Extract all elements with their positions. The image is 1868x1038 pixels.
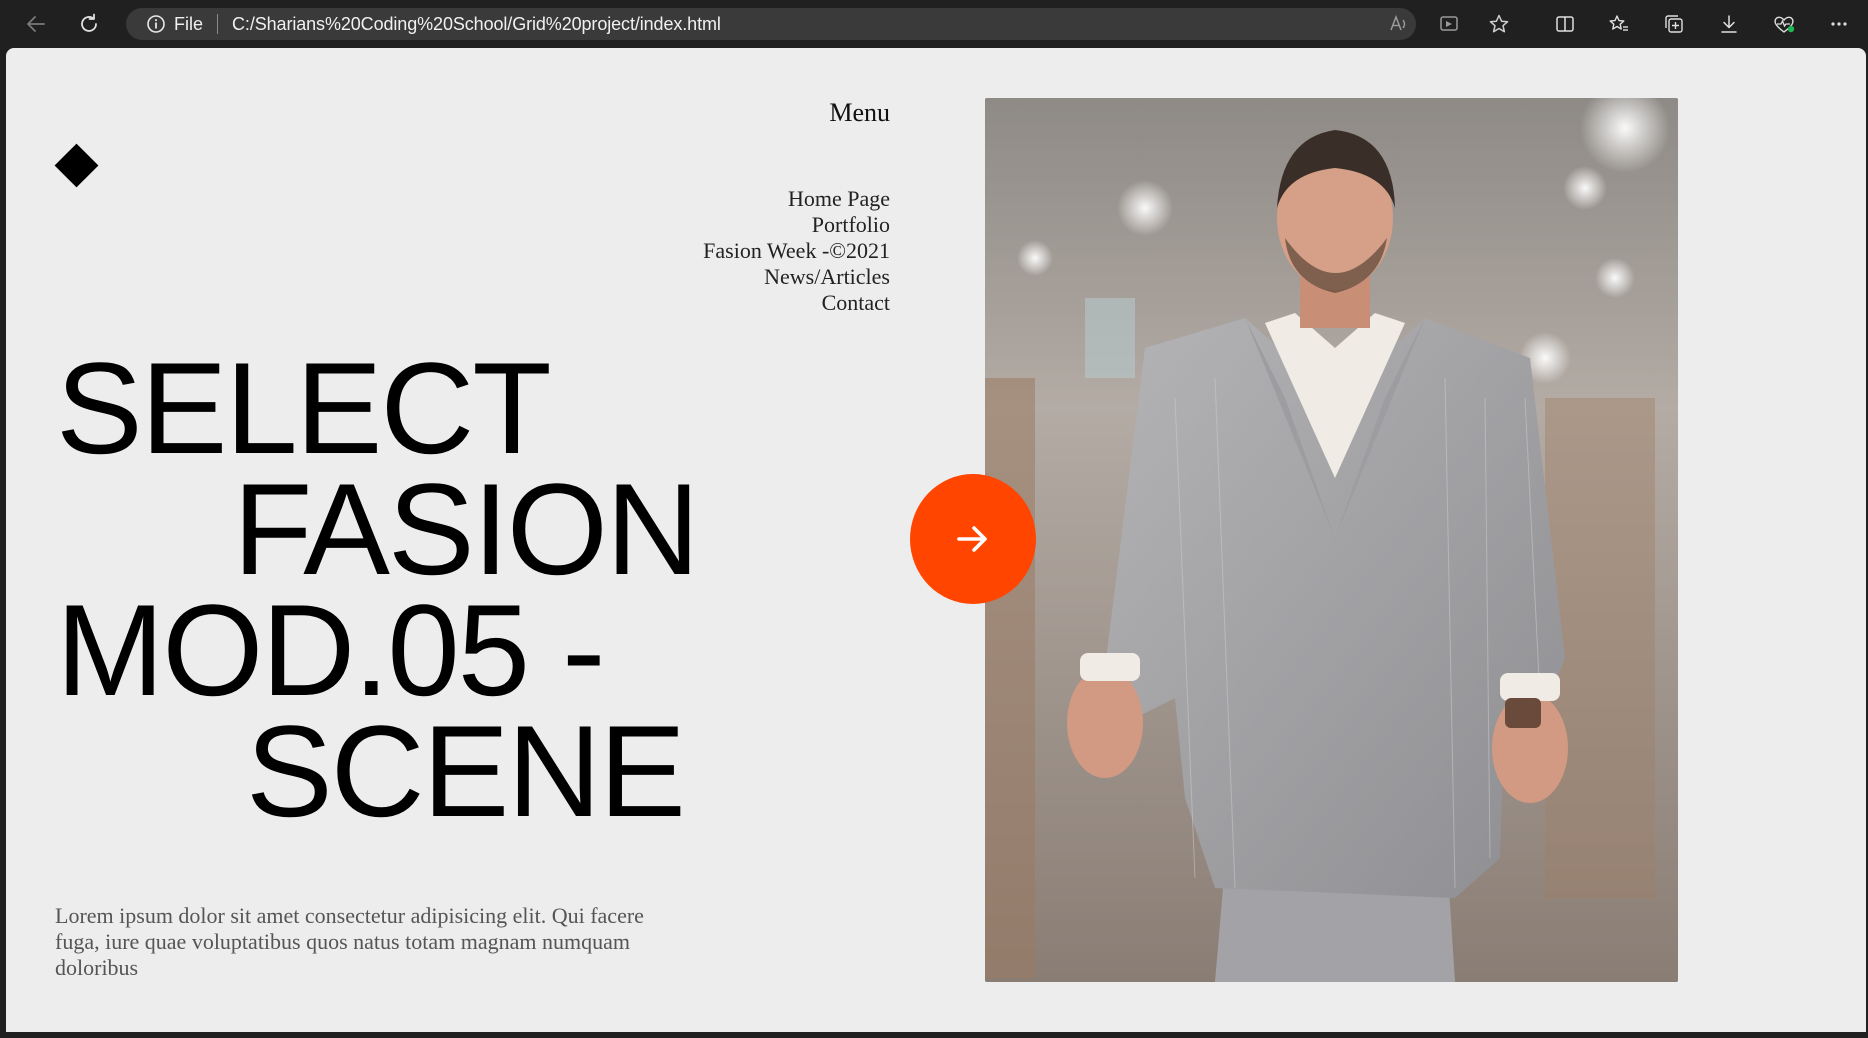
headline-line-3: MOD.05 - <box>56 577 605 723</box>
back-button[interactable] <box>22 10 50 38</box>
nav-menu: Home Page Portfolio Fasion Week -©2021 N… <box>703 186 890 316</box>
site-info[interactable]: File <box>146 14 203 35</box>
split-screen-icon <box>1556 16 1574 32</box>
logo-diamond[interactable] <box>54 143 99 188</box>
arrow-right-icon <box>957 526 987 552</box>
page-viewport: Menu Home Page Portfolio Fasion Week -©2… <box>6 48 1866 1032</box>
refresh-icon <box>81 13 97 32</box>
read-aloud-button[interactable] <box>1385 10 1413 38</box>
info-icon <box>147 15 165 33</box>
app-available-button[interactable] <box>1435 10 1463 38</box>
favorites-list-icon <box>1609 15 1628 31</box>
split-screen-button[interactable] <box>1551 10 1579 38</box>
nav-item-portfolio[interactable]: Portfolio <box>703 212 890 238</box>
nav-item-contact[interactable]: Contact <box>703 290 890 316</box>
headline-line-4: SCENE <box>246 698 686 844</box>
star-icon <box>1489 14 1509 33</box>
more-options-button[interactable] <box>1825 10 1853 38</box>
address-separator <box>217 14 219 34</box>
downloads-button[interactable] <box>1715 10 1743 38</box>
nav-item-fasion-week[interactable]: Fasion Week -©2021 <box>703 238 890 264</box>
refresh-button[interactable] <box>75 10 103 38</box>
back-arrow-icon <box>27 16 45 32</box>
url-text[interactable]: C:/Sharians%20Coding%20School/Grid%20pro… <box>232 14 721 35</box>
ellipsis-icon <box>1831 22 1847 26</box>
favorite-button[interactable] <box>1485 10 1513 38</box>
window-bottom-edge <box>0 1032 1868 1038</box>
read-aloud-icon <box>1390 14 1406 31</box>
nav-item-news-articles[interactable]: News/Articles <box>703 264 890 290</box>
browser-toolbar: File C:/Sharians%20Coding%20School/Grid%… <box>0 0 1868 48</box>
download-icon <box>1721 15 1737 33</box>
app-install-icon <box>1440 16 1458 31</box>
hero-headline: SELECT FASION MOD.05 - SCENE <box>56 335 700 844</box>
file-label: File <box>174 13 204 34</box>
menu-title[interactable]: Menu <box>829 98 890 128</box>
hero-photo <box>985 98 1678 982</box>
headline-line-1: SELECT <box>56 335 552 481</box>
heart-pulse-icon <box>1774 16 1795 33</box>
headline-line-2: FASION <box>233 456 700 602</box>
browser-essentials-button[interactable] <box>1770 10 1798 38</box>
collections-button[interactable] <box>1660 10 1688 38</box>
nav-item-home-page[interactable]: Home Page <box>703 186 890 212</box>
collections-icon <box>1665 15 1683 33</box>
address-bar[interactable]: File C:/Sharians%20Coding%20School/Grid%… <box>126 8 1416 40</box>
intro-paragraph: Lorem ipsum dolor sit amet consectetur a… <box>55 903 644 980</box>
next-arrow-button[interactable] <box>910 474 1036 604</box>
model-photo-illustration <box>985 98 1678 982</box>
favorites-button[interactable] <box>1605 10 1633 38</box>
